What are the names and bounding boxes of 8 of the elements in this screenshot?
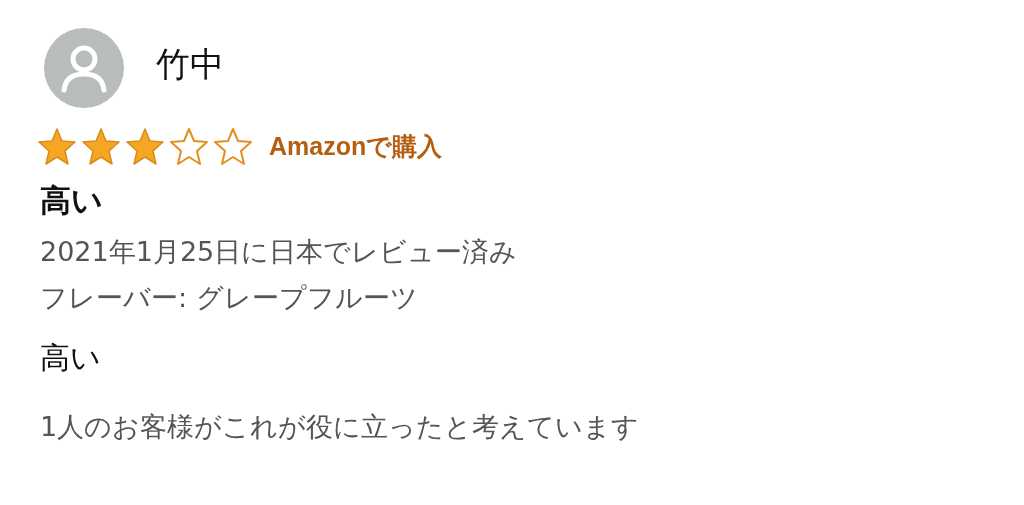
verified-purchase-label: Amazonで購入 [269, 130, 443, 162]
review-date: 2021年1月25日に日本でレビュー済み [40, 235, 519, 269]
helpful-count: 1人のお客様がこれが役に立ったと考えています [40, 410, 641, 444]
review-title: 高い [40, 181, 104, 220]
reviewer-name: 竹中 [156, 43, 224, 86]
variant-label: フレーバー: グレープフルーツ [40, 281, 419, 315]
review-body: 高い [40, 339, 102, 377]
avatar-icon [44, 28, 124, 108]
